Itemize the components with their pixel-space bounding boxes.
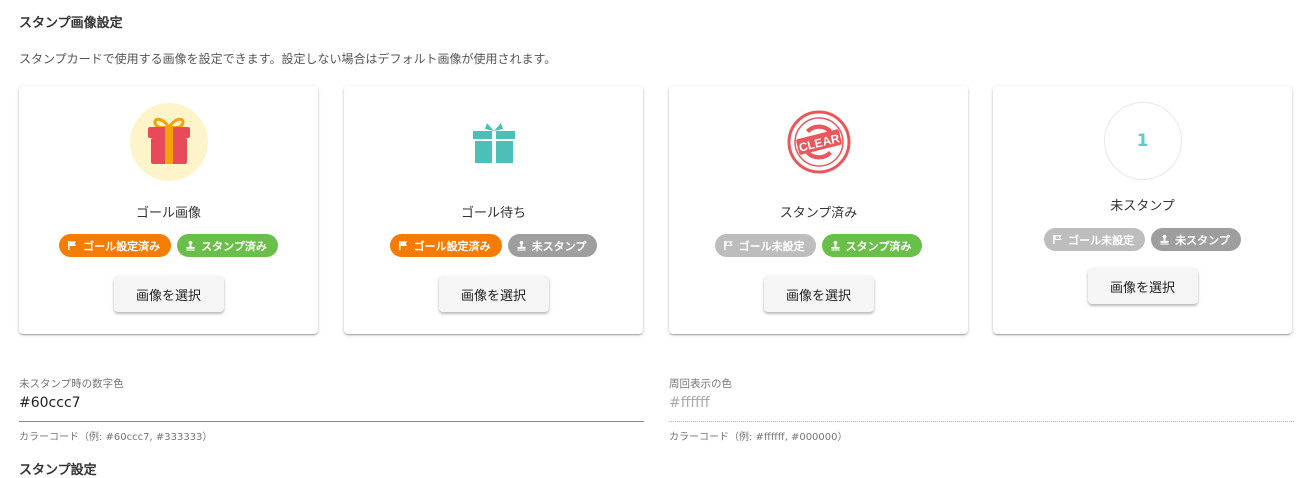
cycle-color-field: 周回表示の色 #ffffff カラーコード（例: #ffffff, #00000…	[669, 376, 1294, 443]
chip-label: 未スタンプ	[1175, 233, 1230, 247]
teal-gift-icon	[472, 123, 515, 163]
cycle-color-hint: カラーコード（例: #ffffff, #000000）	[669, 432, 848, 443]
select-image-button[interactable]: 画像を選択	[438, 276, 549, 312]
number-circle: 1	[1103, 102, 1182, 180]
chip-label: ゴール未設定	[738, 239, 805, 253]
stamp-icon	[517, 240, 526, 251]
cycle-color-input: #ffffff	[669, 395, 710, 411]
select-image-button[interactable]: 画像を選択	[763, 276, 874, 312]
chip-not-stamped: 未スタンプ	[507, 234, 598, 257]
card-stamped: CLEAR スタンプ済み ゴール未設定 スタンプ済み 画像を選択	[669, 86, 968, 334]
card-label: 未スタンプ	[1110, 199, 1175, 214]
card-label: スタンプ済み	[779, 206, 858, 221]
card-label: ゴール画像	[135, 206, 201, 221]
number-color-input[interactable]: #60ccc7	[19, 395, 644, 415]
chip-goal-set: ゴール設定済み	[389, 234, 502, 257]
flag-outline-icon	[723, 240, 733, 251]
clear-stamp-image: CLEAR	[780, 103, 858, 181]
select-image-button[interactable]: 画像を選択	[1087, 268, 1198, 304]
number-color-label: 未スタンプ時の数字色	[19, 378, 124, 390]
chip-stamped: スタンプ済み	[177, 234, 278, 257]
chip-label: ゴール未設定	[1068, 233, 1135, 247]
chip-goal-set: ゴール設定済み	[59, 234, 172, 257]
stamp-icon	[831, 240, 840, 251]
flag-icon	[398, 240, 407, 251]
flag-outline-icon	[1053, 234, 1062, 245]
card-label: ゴール待ち	[460, 206, 526, 221]
chip-stamped: スタンプ済み	[821, 234, 923, 257]
section-title: スタンプ画像設定	[19, 16, 123, 31]
number-color-field: 未スタンプ時の数字色 #60ccc7 カラーコード（例: #60ccc7, #3…	[19, 376, 644, 443]
card-not-stamped: 1 未スタンプ ゴール未設定 未スタンプ 画像を選択	[993, 86, 1292, 334]
card-goal-image: ゴール画像 ゴール設定済み スタンプ済み 画像を選択	[19, 86, 318, 334]
chip-label: スタンプ済み	[845, 239, 912, 253]
select-image-button[interactable]: 画像を選択	[113, 276, 224, 312]
chip-label: 未スタンプ	[531, 239, 587, 253]
stamp-icon	[186, 240, 195, 251]
gift-image	[455, 103, 533, 181]
number-color-hint: カラーコード（例: #60ccc7, #333333）	[19, 432, 213, 443]
red-gift-icon	[147, 117, 190, 164]
chip-not-stamped: 未スタンプ	[1151, 228, 1241, 251]
input-underline	[669, 421, 1294, 422]
stamp-number: 1	[1136, 131, 1149, 151]
stamp-icon	[1160, 234, 1169, 245]
chip-label: スタンプ済み	[201, 239, 267, 253]
chip-goal-unset: ゴール未設定	[1044, 228, 1146, 251]
chip-label: ゴール設定済み	[413, 239, 491, 253]
cycle-color-label: 周回表示の色	[669, 378, 732, 390]
section-description: スタンプカードで使用する画像を設定できます。設定しない場合はデフォルト画像が使用…	[19, 52, 557, 66]
card-goal-waiting: ゴール待ち ゴール設定済み 未スタンプ 画像を選択	[344, 86, 643, 334]
chip-label: ゴール設定済み	[83, 239, 161, 253]
flag-icon	[68, 240, 77, 251]
chip-goal-unset: ゴール未設定	[714, 234, 816, 257]
input-underline	[19, 421, 644, 422]
gift-image	[129, 103, 208, 181]
clear-stamp-icon: CLEAR	[787, 110, 850, 174]
